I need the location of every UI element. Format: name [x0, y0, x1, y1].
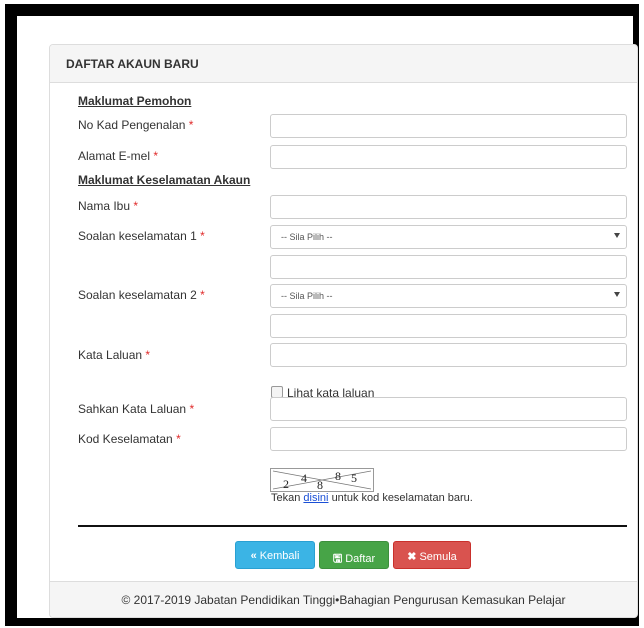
security-question-1-selected: -- Sila Pilih --	[281, 232, 333, 242]
save-icon: 🖫	[332, 553, 343, 565]
captcha-image: 2 4 8 8 5	[270, 468, 374, 492]
security-question-1-label: Soalan keselamatan 1 *	[78, 229, 205, 243]
window-frame: DAFTAR AKAUN BARU Maklumat Pemohon No Ka…	[5, 4, 639, 626]
security-code-label: Kod Keselamatan *	[78, 432, 181, 446]
captcha-digit: 5	[351, 471, 357, 485]
captcha-digit: 4	[301, 471, 307, 485]
caret-down-icon	[614, 233, 620, 238]
security-answer-1-input[interactable]	[270, 255, 627, 279]
confirm-password-label: Sahkan Kata Laluan *	[78, 402, 195, 416]
mother-name-input[interactable]	[270, 195, 627, 219]
email-label: Alamat E-mel *	[78, 149, 159, 163]
close-icon: ✖	[407, 551, 417, 563]
captcha-digit: 8	[317, 478, 323, 491]
footer-copyright: © 2017-2019 Jabatan Pendidikan Tinggi•Ba…	[50, 581, 637, 617]
captcha-digit: 2	[283, 477, 289, 491]
section-applicant-title: Maklumat Pemohon	[78, 94, 192, 108]
form-divider	[78, 525, 627, 527]
password-label: Kata Laluan *	[78, 348, 151, 362]
page-background: DAFTAR AKAUN BARU Maklumat Pemohon No Ka…	[17, 16, 638, 618]
mother-name-label: Nama Ibu *	[78, 199, 139, 213]
security-code-input[interactable]	[270, 427, 627, 451]
email-input[interactable]	[270, 145, 627, 169]
reset-button[interactable]: ✖ Semula	[393, 541, 471, 569]
register-button[interactable]: 🖫 Daftar	[319, 541, 389, 569]
confirm-password-input[interactable]	[270, 397, 627, 421]
captcha-refresh-link[interactable]: disini	[303, 492, 328, 504]
security-answer-2-input[interactable]	[270, 314, 627, 338]
section-security-title: Maklumat Keselamatan Akaun	[78, 173, 251, 187]
back-button[interactable]: «Kembali	[235, 541, 315, 569]
captcha-digit: 8	[335, 469, 341, 483]
panel-title: DAFTAR AKAUN BARU	[50, 45, 637, 83]
security-question-1-select[interactable]: -- Sila Pilih --	[270, 225, 627, 249]
security-question-2-selected: -- Sila Pilih --	[281, 291, 333, 301]
double-chevron-left-icon: «	[250, 550, 257, 562]
security-question-2-label: Soalan keselamatan 2 *	[78, 288, 205, 302]
ic-number-label: No Kad Pengenalan *	[78, 118, 194, 132]
security-question-2-select[interactable]: -- Sila Pilih --	[270, 284, 627, 308]
password-input[interactable]	[270, 343, 627, 367]
caret-down-icon	[614, 292, 620, 297]
ic-number-input[interactable]	[270, 114, 627, 138]
captcha-refresh-note: Tekan disini untuk kod keselamatan baru.	[271, 492, 473, 504]
registration-panel: DAFTAR AKAUN BARU Maklumat Pemohon No Ka…	[49, 44, 638, 618]
